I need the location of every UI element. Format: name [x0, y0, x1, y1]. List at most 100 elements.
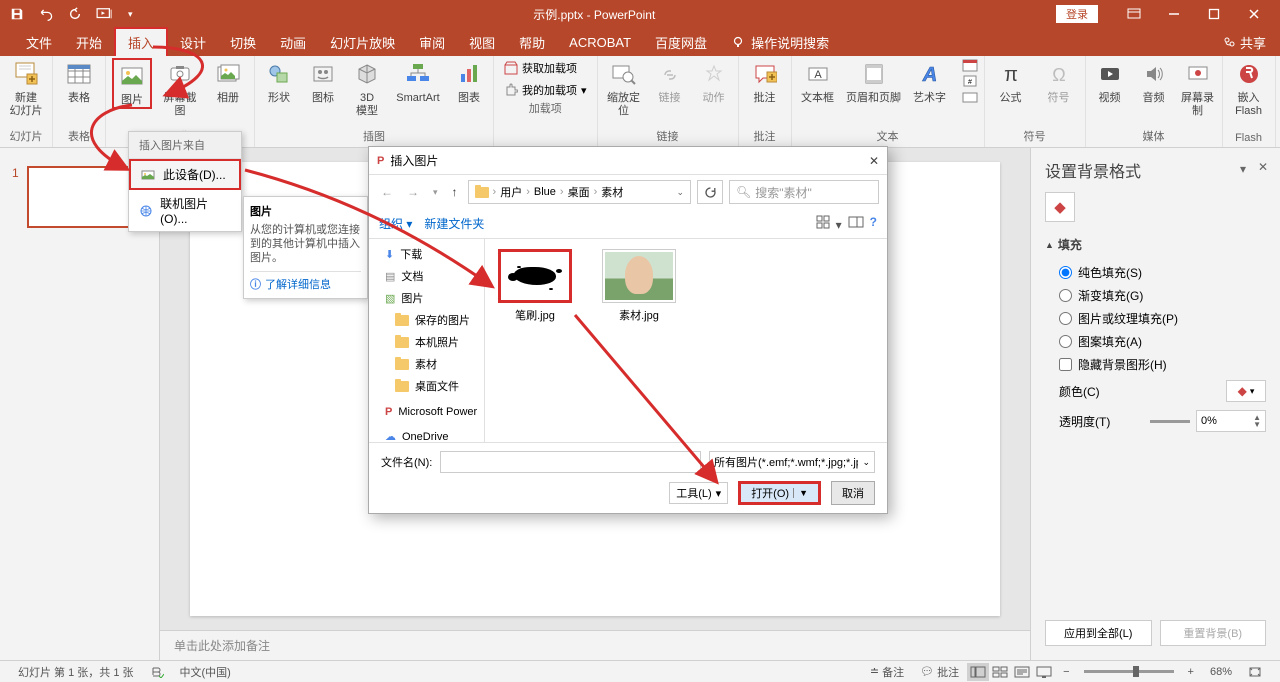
hide-bg-checkbox[interactable]: 隐藏背景图形(H): [1045, 353, 1266, 376]
fill-category-icon[interactable]: ◆: [1045, 192, 1075, 222]
sorter-view-icon[interactable]: [989, 663, 1011, 681]
ribbon-display-icon[interactable]: [1116, 3, 1152, 25]
slideshow-view-icon[interactable]: [1033, 663, 1055, 681]
notes-input[interactable]: 单击此处添加备注: [160, 630, 1030, 660]
reading-view-icon[interactable]: [1011, 663, 1033, 681]
filename-input[interactable]: [440, 451, 701, 473]
tab-review[interactable]: 审阅: [407, 29, 457, 56]
flash-button[interactable]: 嵌入 Flash: [1229, 58, 1269, 118]
pane-close-icon[interactable]: ✕: [1258, 160, 1268, 174]
nav-recent-icon[interactable]: ▾: [429, 185, 442, 200]
address-bar[interactable]: › 用户› Blue› 桌面› 素材 ⌄: [468, 180, 691, 204]
headerfooter-button[interactable]: 页眉和页脚: [846, 58, 902, 105]
table-button[interactable]: 表格: [59, 58, 99, 105]
equation-button[interactable]: π 公式: [991, 58, 1031, 105]
organize-button[interactable]: 组织 ▾: [379, 215, 412, 232]
zoom-slider[interactable]: [1084, 670, 1174, 673]
tab-acrobat[interactable]: ACROBAT: [557, 31, 643, 54]
learn-more-link[interactable]: ⓘ了解详细信息: [250, 271, 361, 292]
nav-up-icon[interactable]: ↑: [448, 183, 462, 201]
folder-tree[interactable]: ⬇下载 ▤文档 ▧图片 保存的图片 本机照片 素材 桌面文件 PMicrosof…: [369, 239, 485, 442]
tree-desktop-files[interactable]: 桌面文件: [369, 375, 484, 397]
newfolder-button[interactable]: 新建文件夹: [424, 215, 484, 232]
3dmodels-button[interactable]: 3D 模型: [349, 58, 385, 118]
smartart-button[interactable]: SmartArt: [393, 58, 443, 105]
tree-ms-power[interactable]: PMicrosoft Power: [369, 403, 484, 421]
undo-icon[interactable]: [38, 7, 54, 21]
file-brush[interactable]: 笔刷.jpg: [495, 249, 575, 323]
apply-all-button[interactable]: 应用到全部(L): [1045, 620, 1152, 646]
tree-pictures[interactable]: ▧图片: [369, 287, 484, 309]
action-button[interactable]: 动作: [696, 58, 732, 105]
tools-combo[interactable]: 工具(L) ▾: [669, 482, 728, 504]
slide-thumbnail[interactable]: [27, 166, 137, 228]
symbol-button[interactable]: Ω 符号: [1039, 58, 1079, 105]
tree-saved-pictures[interactable]: 保存的图片: [369, 309, 484, 331]
tab-insert[interactable]: 插入: [114, 27, 168, 58]
comments-toggle[interactable]: 💬︎批注: [920, 664, 959, 680]
tree-documents[interactable]: ▤文档: [369, 265, 484, 287]
notes-toggle[interactable]: ≐备注: [870, 664, 904, 680]
language-indicator[interactable]: 中文(中国): [180, 664, 231, 680]
zoom-button[interactable]: 缩放定位: [604, 58, 644, 118]
object-icon[interactable]: [962, 90, 978, 104]
zoom-in-icon[interactable]: +: [1188, 666, 1194, 678]
nav-back-icon[interactable]: ←: [377, 183, 397, 201]
refresh-button[interactable]: [697, 180, 723, 204]
picture-fill-radio[interactable]: 图片或纹理填充(P): [1045, 307, 1266, 330]
file-material[interactable]: 素材.jpg: [599, 249, 679, 323]
date-icon[interactable]: [962, 58, 978, 72]
textbox-button[interactable]: A 文本框: [798, 58, 838, 105]
view-thumbnails-icon[interactable]: ▾: [816, 215, 841, 232]
audio-button[interactable]: 音频: [1136, 58, 1172, 105]
shapes-button[interactable]: 形状: [261, 58, 297, 105]
share-button[interactable]: 共享: [1208, 33, 1280, 52]
tab-file[interactable]: 文件: [14, 29, 64, 56]
color-picker-button[interactable]: ◆▾: [1226, 380, 1266, 402]
pane-options-icon[interactable]: ▾: [1240, 162, 1246, 176]
tree-materials[interactable]: 素材: [369, 353, 484, 375]
transparency-slider[interactable]: [1150, 420, 1190, 423]
my-addins-button[interactable]: 我的加载项 ▾: [500, 80, 591, 100]
close-icon[interactable]: [1236, 3, 1272, 25]
fit-window-icon[interactable]: [1248, 666, 1262, 678]
album-button[interactable]: 相册: [208, 58, 248, 105]
zoom-level[interactable]: 68%: [1210, 666, 1232, 678]
tab-slideshow[interactable]: 幻灯片放映: [318, 29, 407, 56]
open-button[interactable]: 打开(O)▼: [738, 481, 821, 505]
tree-downloads[interactable]: ⬇下载: [369, 243, 484, 265]
preview-pane-icon[interactable]: [848, 215, 864, 232]
comment-button[interactable]: 批注: [745, 58, 785, 105]
gradient-fill-radio[interactable]: 渐变填充(G): [1045, 284, 1266, 307]
tab-view[interactable]: 视图: [457, 29, 507, 56]
cancel-button[interactable]: 取消: [831, 481, 875, 505]
transparency-input[interactable]: 0%▲▼: [1196, 410, 1266, 432]
solid-fill-radio[interactable]: 纯色填充(S): [1045, 261, 1266, 284]
screenshot-button[interactable]: 屏幕截图: [160, 58, 200, 118]
tab-baidu[interactable]: 百度网盘: [643, 29, 719, 56]
tab-transitions[interactable]: 切换: [218, 29, 268, 56]
minimize-icon[interactable]: [1156, 3, 1192, 25]
fill-section-header[interactable]: ▲填充: [1045, 236, 1266, 253]
filetype-combo[interactable]: 所有图片(*.emf;*.wmf;*.jpg;*.jp⌄: [709, 451, 875, 473]
tab-animations[interactable]: 动画: [268, 29, 318, 56]
this-device-menuitem[interactable]: 此设备(D)...: [129, 159, 241, 190]
zoom-out-icon[interactable]: −: [1063, 666, 1069, 678]
slideshow-start-icon[interactable]: [96, 7, 114, 21]
tab-help[interactable]: 帮助: [507, 29, 557, 56]
tree-camera-roll[interactable]: 本机照片: [369, 331, 484, 353]
normal-view-icon[interactable]: [967, 663, 989, 681]
dialog-close-icon[interactable]: ✕: [869, 154, 879, 168]
new-slide-button[interactable]: 新建 幻灯片: [6, 58, 46, 118]
pictures-button[interactable]: 图片: [112, 58, 152, 109]
screenrec-button[interactable]: 屏幕录制: [1180, 58, 1216, 118]
save-icon[interactable]: [10, 7, 24, 21]
help-icon[interactable]: ?: [870, 215, 877, 232]
redo-icon[interactable]: [68, 7, 82, 21]
wordart-button[interactable]: A 艺术字: [910, 58, 950, 105]
slide-number-icon[interactable]: #: [962, 74, 978, 88]
video-button[interactable]: 视频: [1092, 58, 1128, 105]
maximize-icon[interactable]: [1196, 3, 1232, 25]
icons-button[interactable]: 图标: [305, 58, 341, 105]
login-button[interactable]: 登录: [1056, 5, 1098, 23]
